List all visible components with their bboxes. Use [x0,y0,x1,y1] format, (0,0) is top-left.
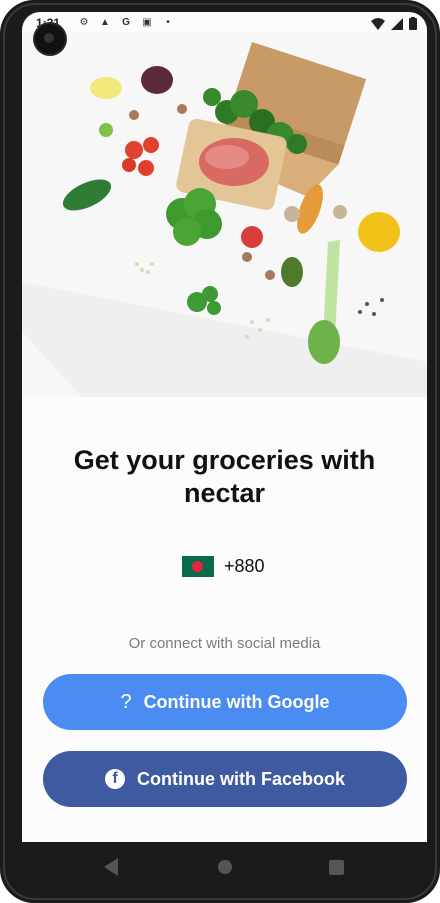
google-button-label: Continue with Google [143,691,330,712]
signal-icon [391,17,403,30]
bangladesh-flag-icon[interactable] [182,556,214,577]
home-icon[interactable] [218,860,232,874]
status-icons-left: ⚙ ▲ G ▣ • [78,16,174,28]
battery-icon [409,17,417,30]
navigation-bar [0,842,440,903]
wifi-icon [371,17,385,30]
recents-icon[interactable] [329,860,344,875]
social-connect-text: Or connect with social media [128,635,321,652]
back-icon[interactable] [104,858,118,876]
country-code[interactable]: +880 [224,556,265,577]
hero-image [22,32,427,397]
phone-input[interactable]: +880 [182,556,265,577]
facebook-icon: f [104,769,125,789]
device-frame: 1:21 ⚙ ▲ G ▣ • Get your groceries with n… [0,0,440,903]
front-camera [35,24,65,54]
dot-icon: • [166,16,170,28]
google-icon: ? [120,690,132,713]
android-auto-icon: ▲ [100,16,110,28]
google-icon: G [122,16,130,28]
continue-with-facebook-button[interactable]: f Continue with Facebook [43,751,407,807]
status-icons-right [371,17,417,30]
gear-icon: ⚙ [79,16,89,28]
page-title: Get your groceries with nectar [73,445,376,508]
notification-icon: ▣ [142,16,152,28]
facebook-button-label: Continue with Facebook [136,768,345,789]
continue-with-google-button[interactable]: ? Continue with Google [43,674,407,730]
screen: 1:21 ⚙ ▲ G ▣ • Get your groceries with n… [22,12,427,842]
